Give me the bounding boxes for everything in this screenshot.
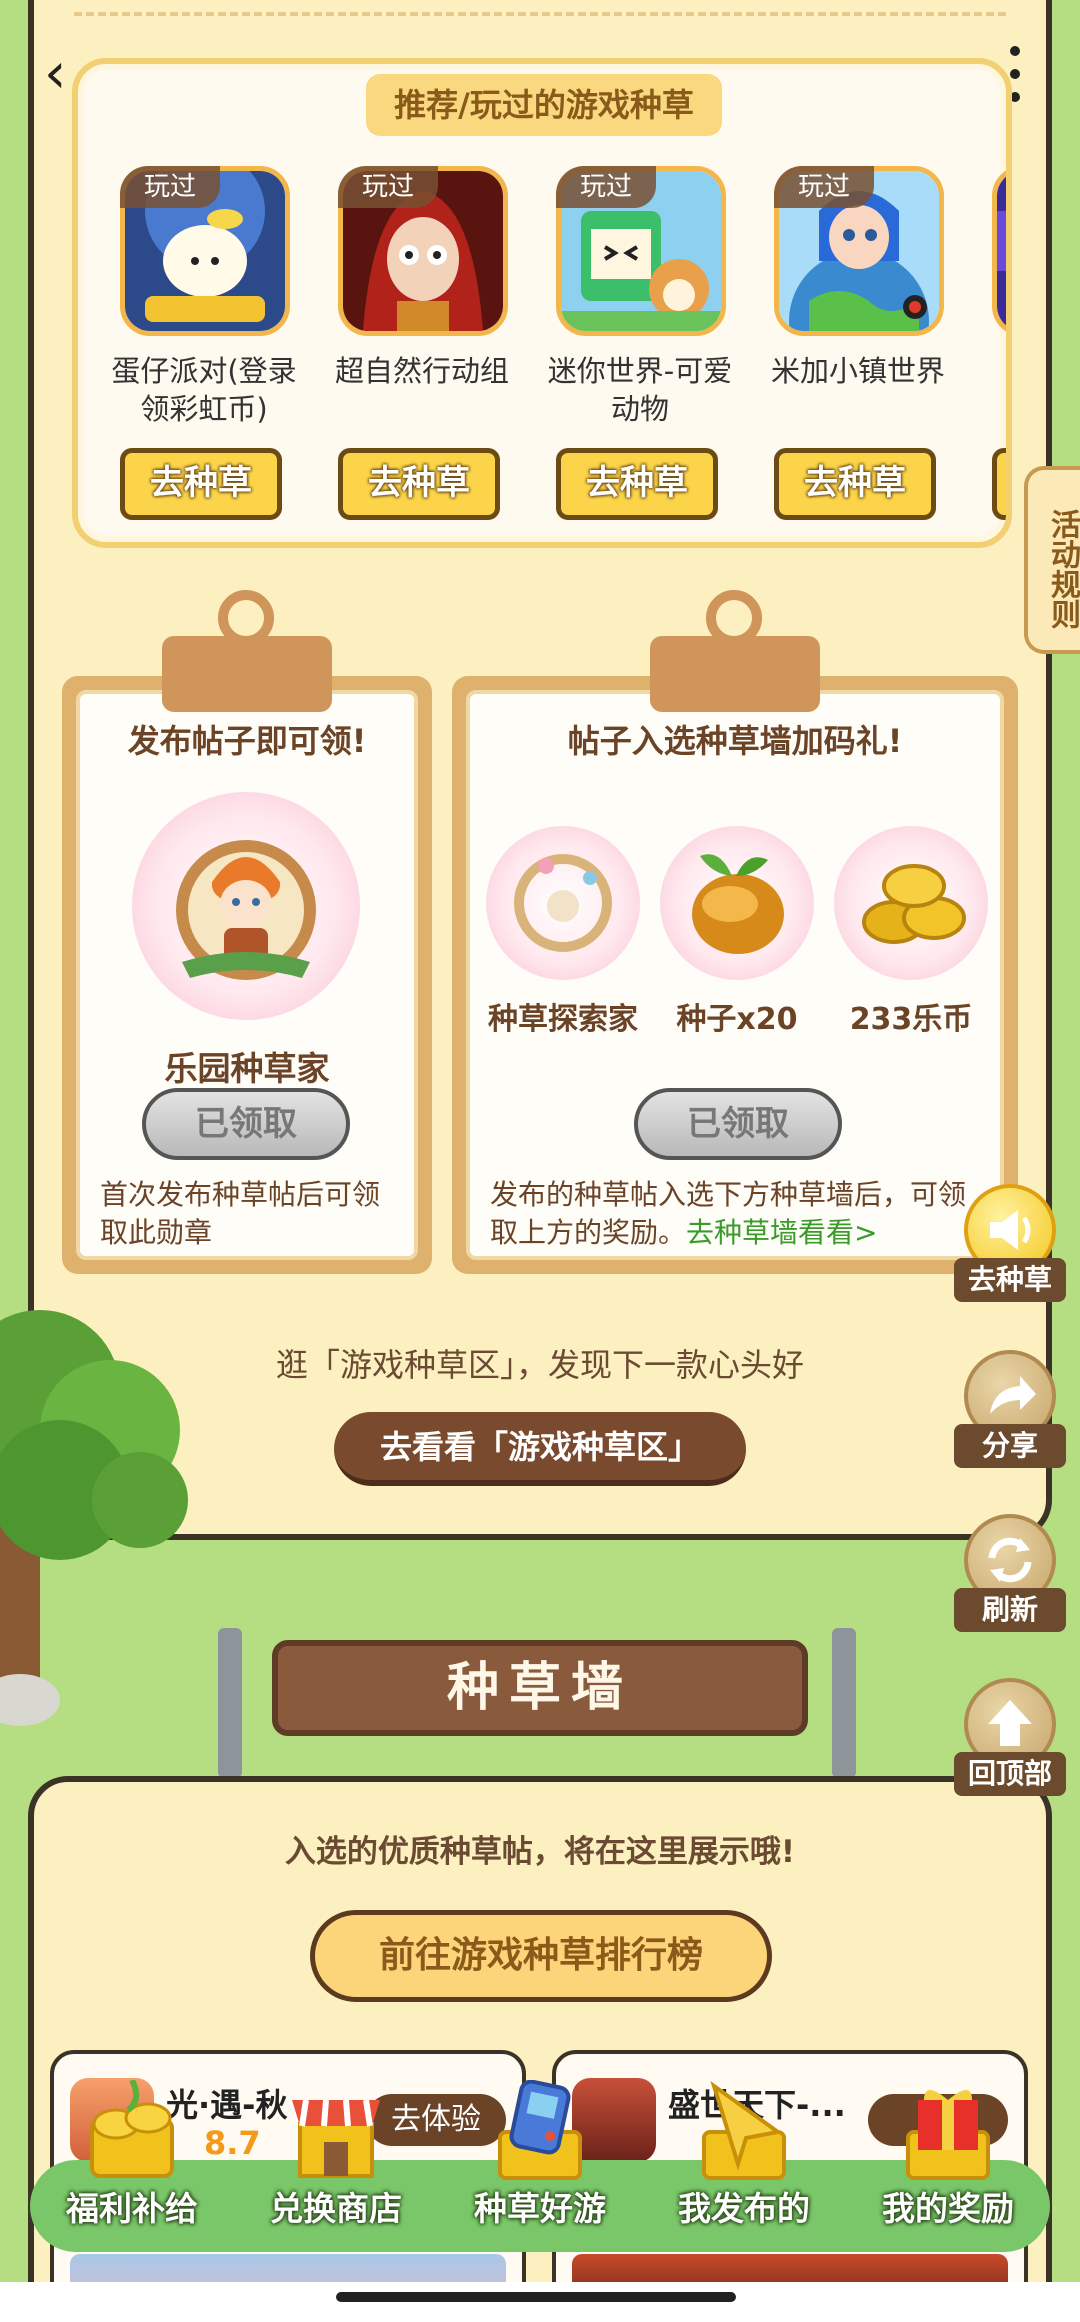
- publish-reward-note: 首次发布种草帖后可领取此勋章: [100, 1178, 381, 1249]
- played-badge: 玩过: [120, 166, 220, 208]
- view-wall-link[interactable]: 去种草墙看看>: [686, 1216, 877, 1249]
- nav-item-shop[interactable]: 兑换商店: [236, 2080, 436, 2250]
- chevron-left-icon: ‹: [44, 41, 67, 106]
- float-label: 回顶部: [954, 1752, 1066, 1796]
- recommend-panel: 推荐/玩过的游戏种草 玩过 蛋仔派对(登录领彩虹币) 去种草 玩过 超自然行动组…: [72, 58, 1012, 548]
- nav-label: 我发布的: [678, 2189, 810, 2228]
- game-item[interactable]: 玩过 米加小镇世界 去种草: [758, 166, 958, 526]
- float-top-button[interactable]: 回顶部: [954, 1678, 1066, 1804]
- game-name: 蛋仔派对(登录领彩虹币): [111, 354, 297, 426]
- seed-icon: [660, 826, 814, 980]
- nav-item-welfare[interactable]: 福利补给: [32, 2078, 232, 2250]
- reward-item-label: 233乐币: [849, 1002, 973, 1037]
- wall-sign: 种草墙: [272, 1640, 808, 1736]
- gift-icon: [898, 2080, 998, 2184]
- nav-label: 福利补给: [66, 2189, 198, 2228]
- float-share-button[interactable]: 分享: [954, 1350, 1066, 1476]
- float-label: 去种草: [954, 1258, 1066, 1302]
- nav-item-my-rewards[interactable]: 我的奖励: [848, 2080, 1048, 2250]
- explorer-badge-image: [486, 826, 640, 980]
- sign-post: [832, 1628, 856, 1778]
- wall-hint: 入选的优质种草帖，将在这里展示哦!: [284, 1834, 796, 1870]
- game-name: 米加小镇世界: [770, 354, 945, 388]
- float-refresh-button[interactable]: 刷新: [954, 1514, 1066, 1640]
- system-bar: [0, 2282, 1080, 2322]
- ranking-button[interactable]: 前往游戏种草排行榜: [310, 1910, 772, 2002]
- more-dots-icon: [1010, 46, 1020, 56]
- float-label: 分享: [954, 1424, 1066, 1468]
- page: ‹ 推荐/玩过的游戏种草 玩过 蛋仔派对(登录领彩虹币) 去种草 玩过 超自然行…: [0, 0, 1080, 2322]
- game-name: 迷你世界-可爱动物: [547, 354, 733, 426]
- recommend-title: 推荐/玩过的游戏种草: [366, 74, 722, 136]
- nav-label: 种草好游: [474, 2189, 606, 2228]
- activity-rules-tab[interactable]: 活动规则: [1024, 466, 1080, 654]
- float-plant-button[interactable]: 去种草: [954, 1184, 1066, 1310]
- game-item[interactable]: 玩过 超自然行动组 去种草: [322, 166, 522, 526]
- coins-icon: [834, 826, 988, 980]
- clip-hook: [650, 636, 820, 712]
- zone-hint: 逛「游戏种草区」，发现下一款心头好: [275, 1346, 804, 1384]
- claimed-button[interactable]: 已领取: [142, 1088, 350, 1160]
- clip-hook: [162, 636, 332, 712]
- game-item[interactable]: 玩过 迷你世界-可爱动物 去种草: [540, 166, 740, 526]
- go-zone-button[interactable]: 去看看「游戏种草区」: [334, 1412, 746, 1486]
- played-badge: 玩过: [774, 166, 874, 208]
- claimed-button[interactable]: 已领取: [634, 1088, 842, 1160]
- reward-name: 乐园种草家: [164, 1049, 330, 1088]
- publish-reward-card: 发布帖子即可领! 乐园种草家 已领取 首次发布种草帖后可领取此勋章: [62, 676, 432, 1274]
- played-badge: 玩过: [338, 166, 438, 208]
- gamepad-icon: [490, 2079, 590, 2184]
- plant-button[interactable]: 去种草: [338, 448, 500, 520]
- game-item[interactable]: 漫: [976, 166, 1006, 526]
- nav-label: 兑换商店: [270, 2189, 402, 2228]
- reward-item-label: 种子x20: [676, 1002, 798, 1037]
- selected-reward-title: 帖子入选种草墙加码礼!: [567, 722, 903, 760]
- coins-icon: [82, 2078, 182, 2184]
- nav-label: 我的奖励: [882, 2189, 1014, 2228]
- plant-button[interactable]: 去种草: [556, 448, 718, 520]
- home-indicator[interactable]: [336, 2292, 736, 2302]
- sign-post: [218, 1628, 242, 1778]
- plant-button[interactable]: 去种草: [120, 448, 282, 520]
- game-icon[interactable]: [992, 166, 1006, 336]
- plant-button[interactable]: [992, 448, 1006, 520]
- nav-item-my-posts[interactable]: 我发布的: [644, 2080, 844, 2250]
- game-item[interactable]: 玩过 蛋仔派对(登录领彩虹币) 去种草: [104, 166, 304, 526]
- game-name: 超自然行动组: [334, 354, 509, 388]
- game-name: 漫: [976, 352, 1006, 390]
- played-badge: 玩过: [556, 166, 656, 208]
- selected-reward-card: 帖子入选种草墙加码礼! 种草探索家 种子x20 233乐币 已领取 发布的种草帖…: [452, 676, 1018, 1274]
- shop-icon: [286, 2080, 386, 2184]
- float-label: 刷新: [954, 1588, 1066, 1632]
- paper-plane-icon: [694, 2080, 794, 2184]
- game-list[interactable]: 玩过 蛋仔派对(登录领彩虹币) 去种草 玩过 超自然行动组 去种草 玩过 迷你世…: [104, 166, 1006, 526]
- badge-image: [132, 792, 360, 1020]
- nav-item-good-games[interactable]: 种草好游: [440, 2079, 640, 2250]
- plant-button[interactable]: 去种草: [774, 448, 936, 520]
- reward-item-label: 种草探索家: [488, 1002, 638, 1037]
- publish-reward-title: 发布帖子即可领!: [127, 722, 367, 760]
